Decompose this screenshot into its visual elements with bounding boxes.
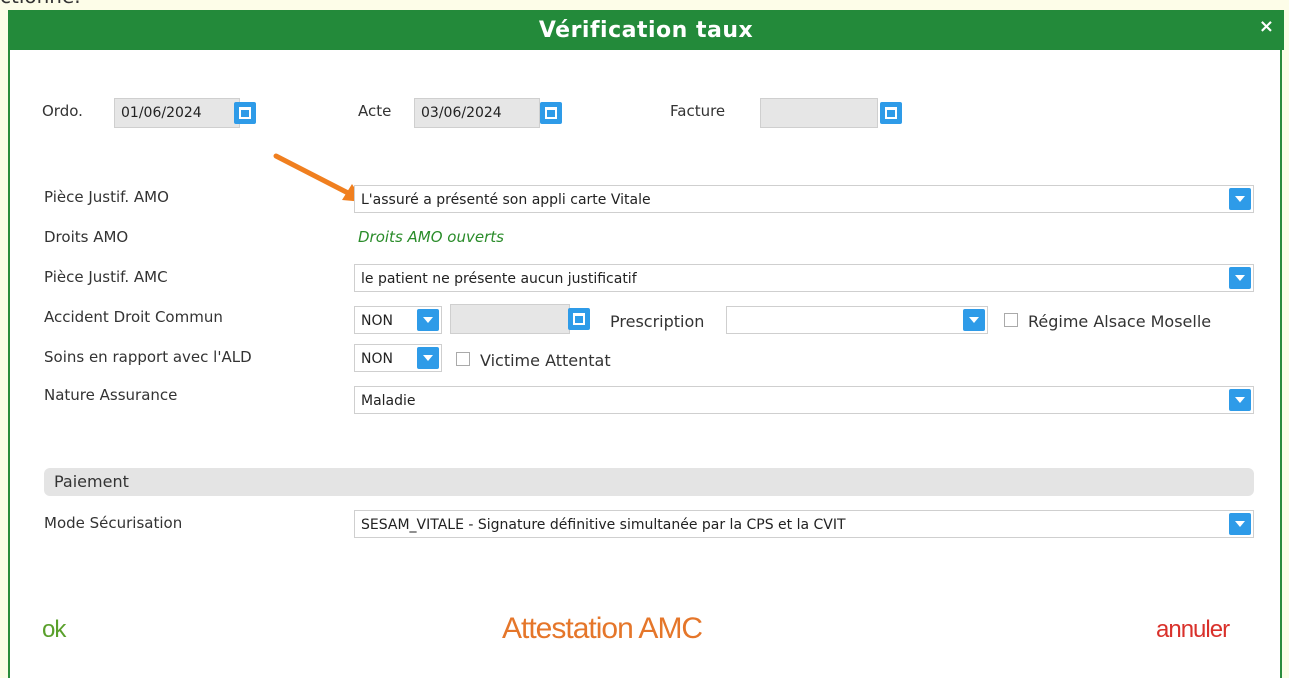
close-icon[interactable]: × (1259, 16, 1274, 37)
soins-ald-select[interactable]: NON (354, 344, 442, 372)
soins-ald-value: NON (361, 351, 393, 367)
mode-securisation-select[interactable]: SESAM_VITALE - Signature définitive simu… (354, 510, 1254, 538)
victime-attentat-checkbox[interactable] (456, 352, 470, 366)
acte-calendar-icon[interactable] (540, 102, 562, 124)
piece-amc-label: Pièce Justif. AMC (44, 268, 168, 286)
nature-assurance-label: Nature Assurance (44, 386, 178, 404)
regime-alsace-moselle-checkbox[interactable] (1004, 313, 1018, 327)
ordo-date-input[interactable]: 01/06/2024 (114, 98, 240, 128)
attestation-amc-button[interactable]: Attestation AMC (502, 612, 703, 646)
regime-label: Régime Alsace Moselle (1028, 312, 1212, 331)
background-strip: ctionne. (0, 0, 1289, 10)
accident-select[interactable]: NON (354, 306, 442, 334)
background-text: ctionne. (0, 0, 81, 8)
droits-amo-status: Droits AMO ouverts (358, 228, 504, 246)
accident-date-input[interactable] (450, 304, 570, 334)
facture-calendar-icon[interactable] (880, 102, 902, 124)
ordo-calendar-icon[interactable] (234, 102, 256, 124)
dropdown-arrow-icon[interactable] (417, 347, 439, 369)
mode-securisation-value: SESAM_VITALE - Signature définitive simu… (361, 517, 846, 533)
dropdown-arrow-icon[interactable] (1229, 188, 1251, 210)
accident-calendar-icon[interactable] (568, 308, 590, 330)
nature-assurance-value: Maladie (361, 393, 416, 409)
acte-label: Acte (358, 102, 392, 120)
victime-attentat-label: Victime Attentat (480, 351, 611, 370)
prescription-select[interactable] (726, 306, 988, 334)
prescription-label: Prescription (610, 312, 705, 331)
soins-ald-label: Soins en rapport avec l'ALD (44, 348, 252, 366)
accident-label: Accident Droit Commun (44, 308, 223, 326)
dropdown-arrow-icon[interactable] (1229, 267, 1251, 289)
piece-amo-label: Pièce Justif. AMO (44, 188, 169, 206)
dialog-titlebar: Vérification taux × (8, 10, 1284, 50)
mode-securisation-label: Mode Sécurisation (44, 514, 183, 532)
dialog-title: Vérification taux (538, 18, 754, 43)
annuler-button[interactable]: annuler (1156, 616, 1230, 644)
dropdown-arrow-icon[interactable] (963, 309, 985, 331)
piece-amc-select[interactable]: le patient ne présente aucun justificati… (354, 264, 1254, 292)
acte-date-input[interactable]: 03/06/2024 (414, 98, 540, 128)
paiement-section-header: Paiement (44, 468, 1254, 496)
piece-amc-value: le patient ne présente aucun justificati… (361, 271, 637, 287)
ok-button[interactable]: ok (42, 616, 66, 644)
ordo-label: Ordo. (42, 102, 83, 120)
droits-amo-label: Droits AMO (44, 228, 129, 246)
facture-label: Facture (670, 102, 726, 120)
dropdown-arrow-icon[interactable] (1229, 389, 1251, 411)
piece-amo-select[interactable]: L'assuré a présenté son appli carte Vita… (354, 185, 1254, 213)
accident-value: NON (361, 313, 393, 329)
dropdown-arrow-icon[interactable] (417, 309, 439, 331)
dropdown-arrow-icon[interactable] (1229, 513, 1251, 535)
verification-taux-dialog: Vérification taux × Ordo. 01/06/2024 Act… (8, 10, 1284, 678)
piece-amo-value: L'assuré a présenté son appli carte Vita… (361, 192, 651, 208)
facture-date-input[interactable] (760, 98, 878, 128)
nature-assurance-select[interactable]: Maladie (354, 386, 1254, 414)
